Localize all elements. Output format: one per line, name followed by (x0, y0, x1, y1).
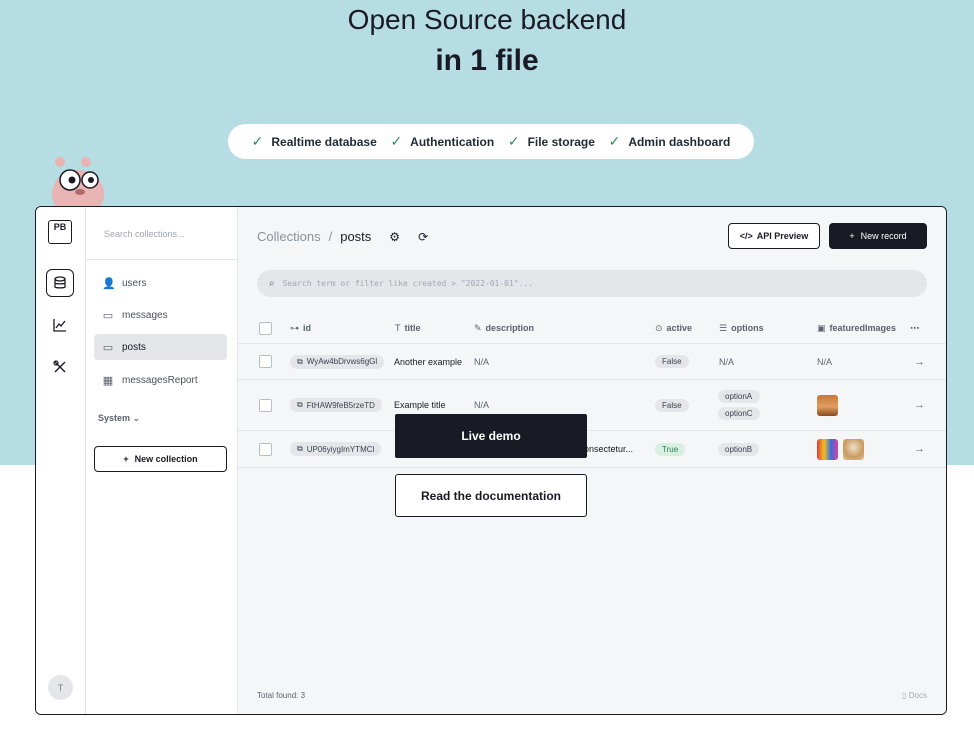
row-checkbox[interactable] (259, 442, 272, 456)
active-badge: True (655, 442, 686, 456)
folder-icon: ▭ (102, 309, 114, 322)
key-icon: ⊶ (290, 322, 299, 333)
main-content: Collections / posts ⚙ ⟳ </> API Preview … (238, 207, 946, 714)
api-preview-button[interactable]: </> API Preview (728, 223, 820, 249)
column-title[interactable]: Ttitle (395, 313, 421, 343)
sidebar-item-messages[interactable]: ▭ messages (94, 302, 227, 328)
image-icon: ▣ (817, 322, 826, 333)
refresh-icon[interactable]: ⟳ (418, 230, 428, 244)
feature-file-storage: ✓ File storage (507, 133, 595, 149)
search-filter-input[interactable]: ⌕ Search term or filter like created > "… (257, 270, 927, 297)
check-icon: ✓ (608, 133, 621, 149)
hero-subtitle: in 1 file (435, 44, 539, 77)
option-chip: optionA (718, 390, 760, 403)
id-chip[interactable]: ⧉ WyAw4bDrvws6gGl (290, 354, 385, 369)
options-cell: N/A (719, 356, 735, 367)
folder-icon: ▭ (102, 341, 114, 354)
row-checkbox[interactable] (259, 398, 272, 412)
table-icon: ▦ (102, 374, 114, 387)
table-row[interactable]: ⧉ WyAw4bDrvws6gGl Another example N/A Fal… (238, 344, 946, 380)
row-checkbox[interactable] (259, 355, 272, 368)
icon-rail: PB T (36, 207, 86, 714)
active-badge: False (655, 398, 689, 412)
chevron-down-icon: ⌄ (132, 413, 141, 423)
search-icon: ⌕ (269, 278, 275, 289)
arrow-right-icon[interactable]: → (914, 431, 925, 467)
column-options[interactable]: ☰ options (719, 313, 764, 343)
table-row[interactable]: ⧉ UP06yiygImYTMCl onsectetur... True opti… (238, 431, 946, 468)
option-chip: optionC (718, 407, 760, 420)
feature-admin-dashboard: ✓ Admin dashboard (608, 133, 731, 149)
read-documentation-button[interactable]: Read the documentation (395, 474, 587, 517)
column-id[interactable]: ⊶ id (290, 313, 311, 343)
settings-icon[interactable]: ⚙ (389, 230, 400, 244)
system-section-toggle[interactable]: System ⌄ (98, 413, 140, 424)
copy-icon: ⧉ (297, 356, 303, 366)
hero-title: Open Source backend (347, 4, 627, 35)
id-chip[interactable]: ⧉ FtHAW9feB5rzeTD (290, 398, 382, 412)
option-chip: optionB (718, 442, 760, 456)
arrow-right-icon[interactable]: → (914, 380, 925, 430)
live-demo-button[interactable]: Live demo (395, 414, 587, 458)
sidebar-item-users[interactable]: 👤 users (94, 270, 227, 296)
check-icon: ✓ (251, 133, 264, 149)
users-icon: 👤 (102, 277, 116, 290)
images-cell: N/A (817, 356, 833, 367)
column-active[interactable]: ⊙ active (655, 313, 692, 343)
database-icon[interactable] (46, 269, 74, 297)
sidebar-item-posts[interactable]: ▭ posts (94, 334, 227, 360)
new-record-button[interactable]: + New record (829, 223, 927, 249)
tools-icon[interactable] (46, 353, 74, 381)
text-icon: T (395, 323, 401, 333)
pocketbase-logo[interactable]: PB (48, 220, 72, 244)
description-cell: N/A (474, 356, 490, 367)
plus-icon: + (123, 454, 129, 464)
copy-icon: ⧉ (297, 400, 303, 409)
id-chip[interactable]: ⧉ UP06yiygImYTMCl (290, 442, 382, 456)
sidebar-divider (86, 259, 237, 260)
gopher-mascot-icon (52, 157, 104, 214)
plus-icon: + (849, 231, 855, 241)
column-featuredimages[interactable]: ▣ featuredImages (817, 313, 896, 343)
title-cell: Another example (394, 356, 463, 367)
docs-link[interactable]: ▯ Docs (902, 691, 927, 700)
feature-pill: ✓ Realtime database ✓ Authentication ✓ File… (228, 124, 754, 159)
active-badge: False (655, 355, 689, 368)
book-icon: ▯ (902, 691, 909, 700)
select-all-checkbox[interactable] (259, 321, 272, 335)
copy-icon: ⧉ (297, 444, 303, 453)
breadcrumb-current: posts (340, 229, 372, 244)
more-columns-icon[interactable]: ⋯ (910, 313, 919, 343)
image-thumbnail[interactable] (817, 394, 838, 416)
breadcrumb: Collections / posts ⚙ ⟳ (257, 229, 428, 244)
list-icon: ☰ (719, 322, 728, 333)
description-cell: onsectetur... (584, 444, 634, 454)
avatar[interactable]: T (48, 675, 73, 700)
collections-sidebar: Search collections... 👤 users ▭ messages… (86, 207, 238, 714)
total-found: Total found: 3 (257, 691, 306, 700)
check-icon: ✓ (390, 133, 403, 149)
breadcrumb-root[interactable]: Collections (257, 229, 321, 244)
table-row[interactable]: ⧉ FtHAW9feB5rzeTD Example title N/A False… (238, 380, 946, 431)
column-description[interactable]: ✎ description (474, 313, 534, 343)
feature-realtime-database: ✓ Realtime database (251, 133, 377, 149)
toggle-icon: ⊙ (655, 322, 663, 333)
sidebar-item-messagesreport[interactable]: ▦ messagesReport (94, 367, 227, 393)
edit-icon: ✎ (474, 322, 482, 333)
search-collections-input[interactable]: Search collections... (104, 229, 185, 239)
dashboard-window: PB T Search collections... 👤 users ▭ mes… (35, 206, 947, 715)
table-header: ⊶ id Ttitle ✎ description ⊙ active ☰ options… (238, 313, 946, 344)
new-collection-button[interactable]: + New collection (94, 446, 227, 472)
image-thumbnail[interactable] (817, 438, 838, 460)
breadcrumb-separator: / (328, 229, 333, 244)
feature-authentication: ✓ Authentication (390, 133, 495, 149)
code-icon: </> (739, 231, 753, 241)
check-icon: ✓ (507, 133, 520, 149)
arrow-right-icon[interactable]: → (914, 344, 925, 379)
chart-line-icon[interactable] (46, 311, 74, 339)
image-thumbnail[interactable] (843, 438, 864, 460)
